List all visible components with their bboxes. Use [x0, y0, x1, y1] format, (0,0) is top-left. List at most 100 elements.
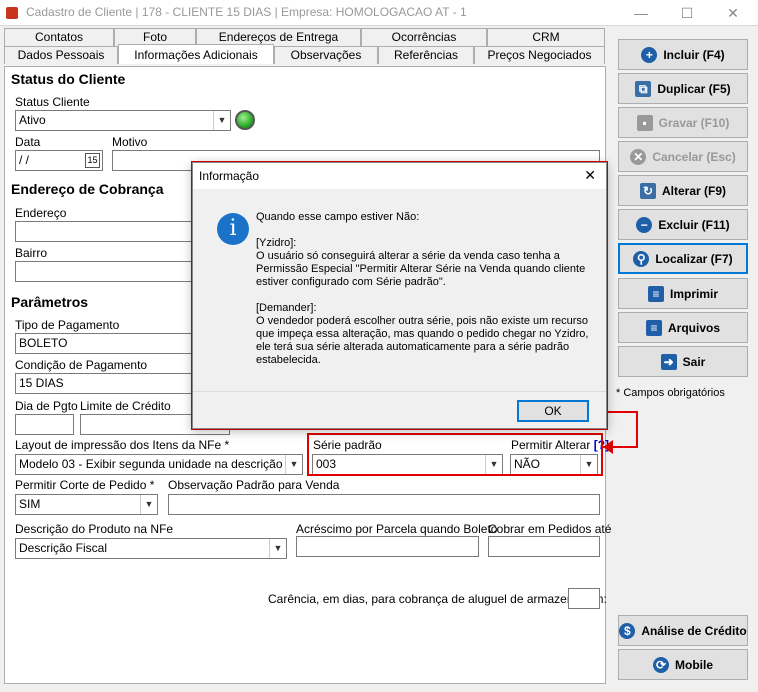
duplicar-button[interactable]: ⧉ Duplicar (F5) [618, 73, 748, 104]
gravar-label: Gravar (F10) [658, 115, 730, 130]
corte-pedido-label: Permitir Corte de Pedido * [15, 478, 155, 492]
save-icon: ▪ [636, 114, 653, 131]
carencia-input[interactable] [568, 588, 600, 609]
search-icon: ⚲ [633, 250, 650, 267]
tab-observacoes[interactable]: Observações [274, 46, 378, 64]
descricao-produto-select[interactable]: Descrição Fiscal ▼ [15, 538, 287, 559]
dialog-title-bar: Informação ✕ [193, 163, 606, 189]
alterar-label: Alterar (F9) [661, 183, 726, 198]
ok-button[interactable]: OK [517, 400, 589, 422]
copy-icon: ⧉ [635, 80, 652, 97]
window-title: Cadastro de Cliente | 178 - CLIENTE 15 D… [26, 5, 467, 19]
sync-icon: ⟳ [653, 656, 669, 673]
dia-pgto-input[interactable] [15, 414, 74, 435]
status-cliente-select[interactable]: Ativo ▼ [15, 110, 231, 131]
app-icon [6, 7, 18, 19]
tab-ocorrencias[interactable]: Ocorrências [361, 28, 487, 46]
cancelar-label: Cancelar (Esc) [652, 149, 736, 164]
edit-icon: ↻ [639, 182, 656, 199]
excluir-label: Excluir (F11) [658, 217, 730, 232]
file-icon: ≡ [645, 319, 662, 336]
section-parametros: Parâmetros [11, 294, 89, 310]
info-dialog: Informação ✕ i Quando esse campo estiver… [192, 162, 607, 429]
section-status-cliente: Status do Cliente [11, 71, 126, 87]
print-icon: ≡ [647, 285, 664, 302]
obs-venda-label: Observação Padrão para Venda [168, 478, 340, 492]
layout-nfe-select[interactable]: Modelo 03 - Exibir segunda unidade na de… [15, 454, 303, 475]
exit-icon: ➜ [660, 353, 677, 370]
dialog-close-button[interactable]: ✕ [584, 167, 596, 184]
dialog-message: Quando esse campo estiver Não: [Yzidro]:… [256, 211, 589, 366]
condicao-pagamento-label: Condição de Pagamento [15, 358, 148, 372]
data-value: / / [19, 153, 30, 167]
excluir-button[interactable]: − Excluir (F11) [618, 209, 748, 240]
localizar-button[interactable]: ⚲ Localizar (F7) [618, 243, 748, 274]
descricao-produto-label: Descrição do Produto na NFe [15, 522, 174, 536]
arquivos-label: Arquivos [667, 320, 720, 335]
campos-obrigatorios-note: * Campos obrigatórios [616, 387, 725, 399]
status-active-led-icon [235, 110, 255, 130]
close-button[interactable]: ✕ [710, 0, 756, 26]
chevron-down-icon: ▼ [269, 539, 286, 558]
analise-credito-label: Análise de Crédito [641, 623, 747, 638]
section-endereco-cobranca: Endereço de Cobrança [11, 181, 164, 197]
tab-precos-negociados[interactable]: Preços Negociados [474, 46, 605, 64]
descricao-produto-value: Descrição Fiscal [19, 541, 108, 555]
tab-row-1: Contatos Foto Endereços de Entrega Ocorr… [4, 28, 605, 46]
acrescimo-label: Acréscimo por Parcela quando Boleto [296, 522, 498, 536]
tab-contatos[interactable]: Contatos [4, 28, 114, 46]
layout-nfe-value: Modelo 03 - Exibir segunda unidade na de… [19, 457, 303, 471]
maximize-button[interactable]: ☐ [664, 0, 710, 26]
tipo-pagamento-label: Tipo de Pagamento [15, 318, 120, 332]
status-cliente-label: Status Cliente [15, 95, 90, 109]
limite-credito-label: Limite de Crédito [80, 399, 171, 413]
carencia-label: Carência, em dias, para cobrança de alug… [268, 592, 607, 606]
localizar-label: Localizar (F7) [655, 251, 733, 266]
mobile-label: Mobile [675, 657, 713, 672]
bairro-label: Bairro [15, 246, 48, 260]
minus-icon: − [636, 216, 653, 233]
obs-venda-input[interactable] [168, 494, 600, 515]
status-cliente-value: Ativo [19, 113, 46, 127]
minimize-button[interactable]: — [618, 0, 664, 26]
endereco-label: Endereço [15, 206, 67, 220]
dollar-icon: $ [619, 622, 636, 639]
dialog-title: Informação [199, 169, 260, 183]
corte-pedido-value: SIM [19, 497, 41, 511]
info-icon: i [217, 213, 249, 245]
cobrar-pedidos-label: Cobrar em Pedidos até [488, 522, 612, 536]
corte-pedido-select[interactable]: SIM ▼ [15, 494, 158, 515]
gravar-button[interactable]: ▪ Gravar (F10) [618, 107, 748, 138]
cobrar-pedidos-input[interactable] [488, 536, 600, 557]
data-input[interactable]: / / 15 [15, 150, 103, 171]
sair-button[interactable]: ➜ Sair [618, 346, 748, 377]
sair-label: Sair [682, 354, 706, 369]
analise-credito-button[interactable]: $ Análise de Crédito [618, 615, 748, 646]
tab-row-2: Dados Pessoais Informações Adicionais Ob… [4, 44, 605, 66]
imprimir-button[interactable]: ≡ Imprimir [618, 278, 748, 309]
dia-pgto-label: Dia de Pgto [15, 399, 78, 413]
condicao-pagamento-value: 15 DIAS [19, 376, 64, 390]
tab-crm[interactable]: CRM [487, 28, 605, 46]
incluir-button[interactable]: + Incluir (F4) [618, 39, 748, 70]
alterar-button[interactable]: ↻ Alterar (F9) [618, 175, 748, 206]
calendar-icon[interactable]: 15 [85, 153, 100, 168]
title-bar: Cadastro de Cliente | 178 - CLIENTE 15 D… [0, 0, 758, 26]
cancel-icon: ✕ [630, 148, 647, 165]
tab-informacoes-adicionais[interactable]: Informações Adicionais [118, 44, 274, 64]
arquivos-button[interactable]: ≡ Arquivos [618, 312, 748, 343]
incluir-label: Incluir (F4) [663, 47, 725, 62]
data-label: Data [15, 135, 41, 149]
tab-dados-pessoais[interactable]: Dados Pessoais [4, 46, 118, 64]
acrescimo-input[interactable] [296, 536, 479, 557]
imprimir-label: Imprimir [669, 286, 718, 301]
chevron-down-icon: ▼ [285, 455, 302, 474]
mobile-button[interactable]: ⟳ Mobile [618, 649, 748, 680]
duplicar-label: Duplicar (F5) [657, 81, 731, 96]
chevron-down-icon: ▼ [140, 495, 157, 514]
chevron-down-icon: ▼ [213, 111, 230, 130]
dialog-divider [193, 391, 606, 392]
tab-referencias[interactable]: Referências [378, 46, 474, 64]
cancelar-button[interactable]: ✕ Cancelar (Esc) [618, 141, 748, 172]
highlight-serie-box [307, 433, 603, 476]
